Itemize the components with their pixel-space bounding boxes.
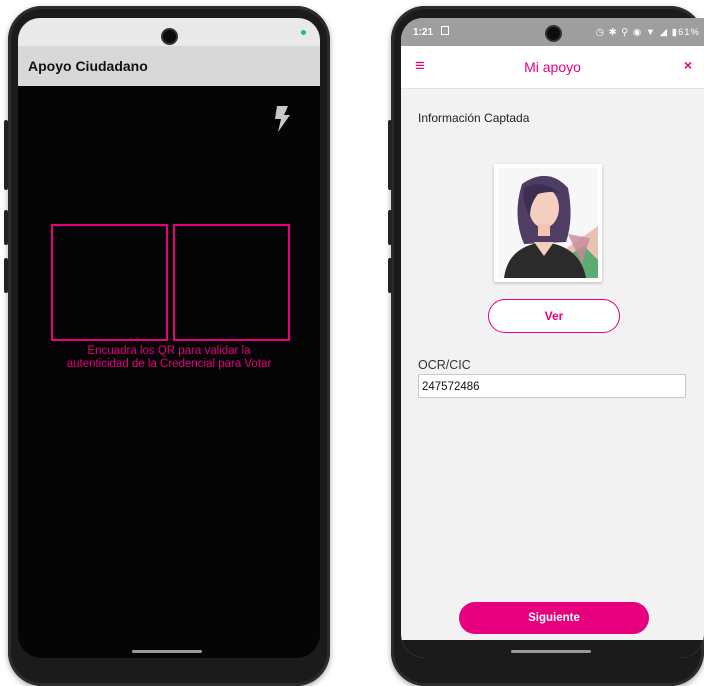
nav-area (401, 640, 704, 658)
battery-percent: 61% (677, 27, 700, 38)
status-icons: ◷ ✱ ⚲ ◉ ▼ ◢ ▮61% (595, 27, 700, 38)
camera-viewfinder[interactable] (18, 86, 320, 658)
notification-icon (441, 26, 449, 35)
ocr-input[interactable]: 247572486 (418, 374, 686, 398)
app-header: ≡ Mi apoyo × (401, 46, 704, 89)
status-time: 1:21 (413, 27, 434, 38)
app-title: Apoyo Ciudadano (28, 58, 148, 74)
qr-scanner-screen: Apoyo Ciudadano Encuadra los QR para val… (18, 18, 320, 658)
section-label: Información Captada (418, 111, 530, 125)
captured-photo (494, 164, 602, 282)
home-indicator[interactable] (511, 650, 591, 653)
page-title: Mi apoyo (524, 59, 581, 75)
app-bar: Apoyo Ciudadano (18, 46, 320, 86)
side-button (388, 120, 392, 190)
flash-icon[interactable] (274, 106, 290, 137)
side-button (4, 210, 8, 245)
side-button (388, 210, 392, 245)
side-button (388, 258, 392, 293)
scan-instruction: Encuadra los QR para validar la autentic… (18, 345, 320, 371)
ocr-label: OCR/CIC (418, 358, 471, 372)
front-camera (163, 30, 176, 43)
qr-frame-right (173, 224, 290, 341)
front-camera (547, 27, 560, 40)
view-button[interactable]: Ver (488, 299, 620, 333)
side-button (4, 120, 8, 190)
home-indicator[interactable] (132, 650, 202, 653)
close-icon[interactable]: × (684, 57, 692, 73)
status-dot (301, 30, 306, 35)
next-button[interactable]: Siguiente (459, 602, 649, 634)
mi-apoyo-screen: 1:21 ◷ ✱ ⚲ ◉ ▼ ◢ ▮61% ≡ Mi apoyo × Infor… (401, 18, 704, 658)
side-button (4, 258, 8, 293)
qr-frame-left (51, 224, 168, 341)
instruction-line: Encuadra los QR para validar la (87, 345, 251, 357)
instruction-line: autenticidad de la Credencial para Votar (66, 358, 272, 370)
